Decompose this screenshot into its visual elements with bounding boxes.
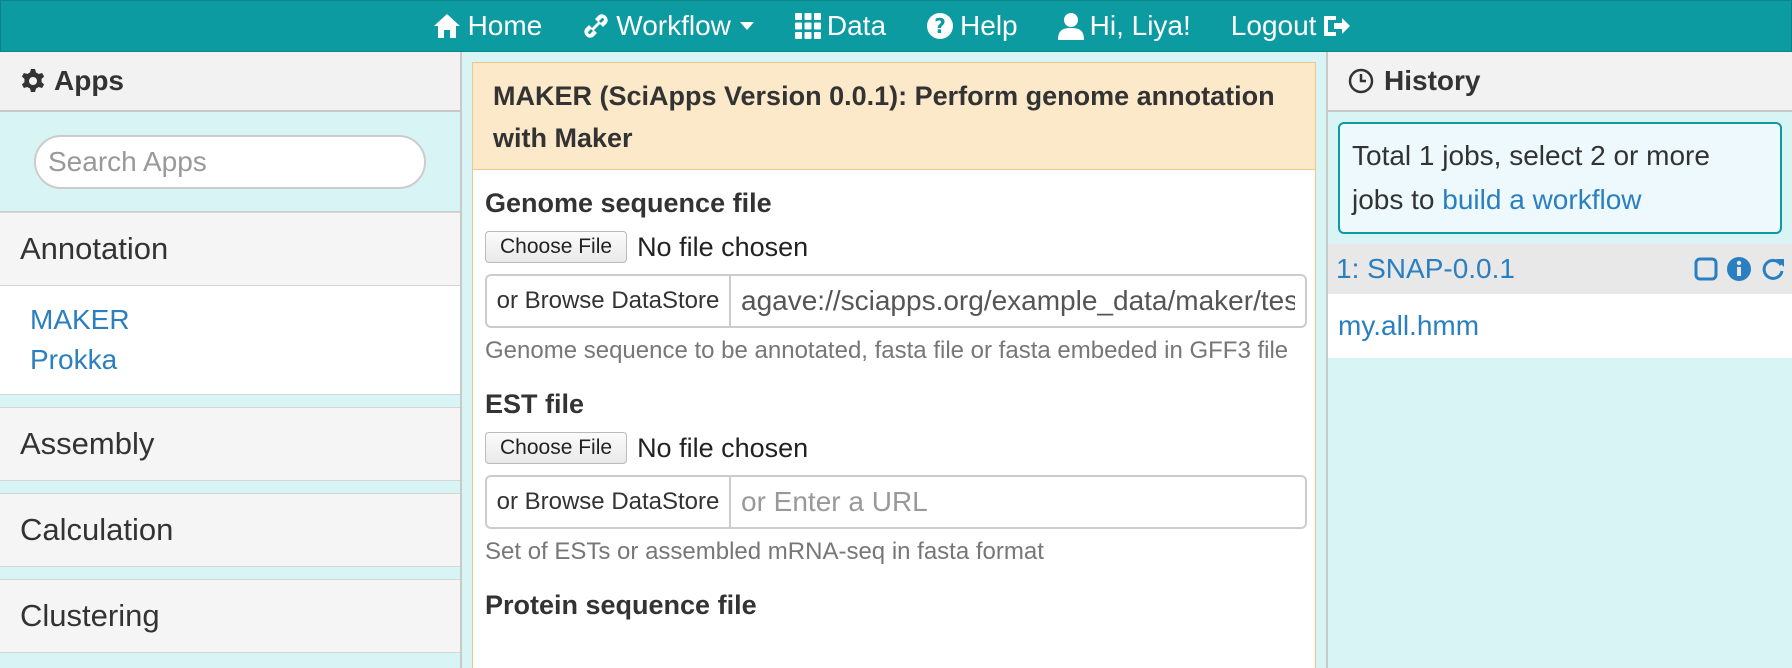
category-gap [0, 395, 460, 407]
apps-panel: Apps Annotation MAKER Prokka Assembly Ca… [0, 52, 462, 668]
nav-logout-label: Logout [1230, 10, 1317, 41]
est-file-label: EST file [485, 389, 585, 419]
top-navbar: Home Workflow Data ? Help Hi, Liya! Logo… [0, 0, 1792, 52]
apps-panel-title: Apps [54, 65, 124, 96]
nav-user-label: Hi, Liya! [1089, 10, 1191, 41]
job-select-checkbox[interactable] [1694, 257, 1718, 281]
history-panel-header: History [1328, 52, 1792, 112]
job-rerun-button[interactable] [1760, 256, 1786, 282]
est-file-row: Choose File No file chosen [485, 431, 1303, 465]
job-output-file-link[interactable]: my.all.hmm [1328, 294, 1792, 358]
caret-down-icon [739, 22, 754, 30]
workflow-icon [584, 14, 608, 38]
protein-file-label: Protein sequence file [485, 590, 757, 620]
nav-user[interactable]: Hi, Liya! [1057, 10, 1191, 42]
app-link-maker[interactable]: MAKER [30, 300, 430, 340]
category-annotation[interactable]: Annotation [0, 212, 460, 286]
app-form-title: MAKER (SciApps Version 0.0.1): Perform g… [473, 63, 1315, 170]
history-panel: History Total 1 jobs, select 2 or more j… [1326, 52, 1792, 668]
app-form-body: Genome sequence file Choose File No file… [473, 186, 1315, 622]
history-panel-title: History [1384, 65, 1481, 96]
clock-icon [1348, 68, 1374, 94]
genome-file-status: No file chosen [637, 231, 809, 262]
apps-panel-header: Apps [0, 52, 460, 112]
nav-data-label: Data [826, 10, 887, 41]
est-file-status: No file chosen [637, 432, 809, 463]
refresh-icon [1762, 258, 1784, 280]
gear-icon [21, 69, 45, 92]
search-apps-input[interactable] [34, 134, 426, 189]
nav-menu: Home Workflow Data ? Help Hi, Liya! Logo… [412, 10, 1371, 42]
genome-file-label: Genome sequence file [485, 188, 772, 218]
genome-url-input[interactable] [729, 274, 1307, 328]
genome-choose-file-button[interactable]: Choose File [485, 231, 628, 263]
est-browse-group: or Browse DataStore [485, 475, 1307, 529]
est-choose-file-button[interactable]: Choose File [485, 432, 628, 464]
nav-help-label: Help [960, 10, 1018, 41]
est-browse-datastore-button[interactable]: or Browse DataStore [485, 475, 729, 529]
nav-workflow-label: Workflow [616, 10, 731, 41]
category-gap [0, 567, 460, 579]
apps-search-wrap [0, 112, 460, 212]
job-name-link[interactable]: 1: SNAP-0.0.1 [1336, 253, 1686, 285]
question-circle-icon: ? [927, 13, 954, 39]
history-info-box: Total 1 jobs, select 2 or more jobs to b… [1338, 122, 1782, 234]
category-gap [0, 481, 460, 493]
history-job-row: 1: SNAP-0.0.1 [1328, 244, 1792, 294]
logout-icon [1324, 16, 1351, 36]
est-url-input[interactable] [729, 475, 1307, 529]
user-icon [1057, 13, 1084, 40]
category-clustering[interactable]: Clustering [0, 579, 460, 653]
category-calculation[interactable]: Calculation [0, 493, 460, 567]
genome-help-text: Genome sequence to be annotated, fasta f… [485, 337, 1289, 364]
nav-data[interactable]: Data [794, 10, 887, 42]
genome-browse-datastore-button[interactable]: or Browse DataStore [485, 274, 729, 328]
app-form-panel: MAKER (SciApps Version 0.0.1): Perform g… [462, 52, 1326, 668]
app-form-card: MAKER (SciApps Version 0.0.1): Perform g… [472, 62, 1316, 668]
grid-icon [794, 13, 821, 39]
genome-file-row: Choose File No file chosen [485, 230, 1303, 264]
nav-home-label: Home [467, 10, 543, 41]
est-help-text: Set of ESTs or assembled mRNA-seq in fas… [485, 538, 1044, 565]
app-link-prokka[interactable]: Prokka [30, 340, 430, 380]
home-icon [433, 14, 460, 38]
category-assembly[interactable]: Assembly [0, 407, 460, 481]
svg-text:?: ? [934, 14, 946, 38]
nav-workflow[interactable]: Workflow [582, 10, 755, 42]
category-annotation-items: MAKER Prokka [0, 286, 460, 395]
job-actions [1686, 256, 1786, 282]
nav-help[interactable]: ? Help [926, 10, 1018, 42]
nav-home[interactable]: Home [432, 10, 543, 42]
build-workflow-link[interactable]: build a workflow [1442, 184, 1641, 215]
nav-logout[interactable]: Logout [1231, 10, 1351, 42]
checkbox-icon [1694, 257, 1718, 281]
info-circle-icon [1727, 257, 1751, 281]
genome-browse-group: or Browse DataStore [485, 274, 1307, 328]
job-info-button[interactable] [1726, 256, 1752, 282]
